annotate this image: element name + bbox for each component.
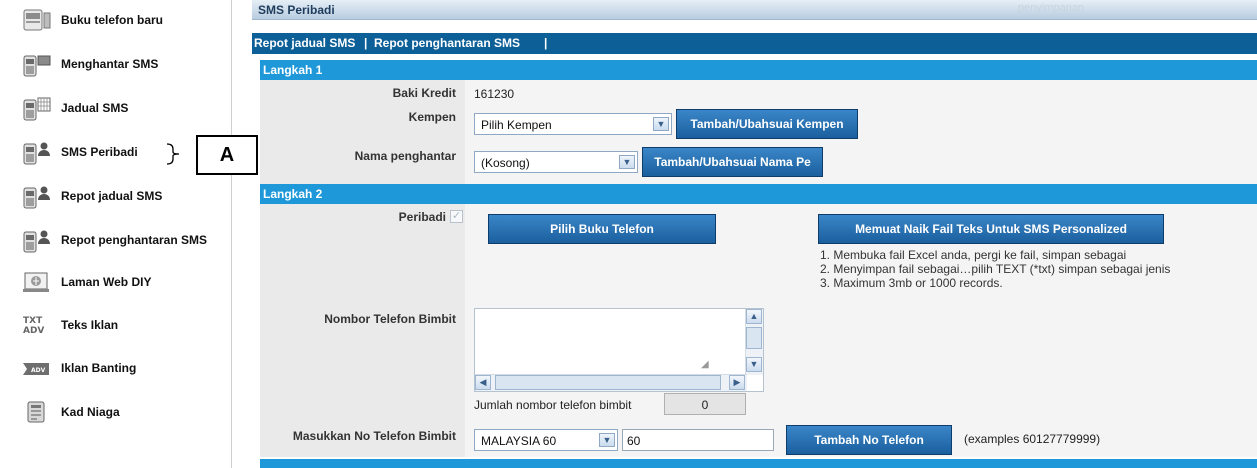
report-links-bar: Repot jadual SMS | Repot penghantaran SM… [252,33,1257,54]
upload-text-file-button-label: Memuat Naik Fail Teks Untuk SMS Personal… [855,222,1127,236]
sidebar-item-schedule-report[interactable]: Repot jadual SMS [0,176,232,216]
edit-campaign-button[interactable]: Tambah/Ubahsuai Kempen [676,109,858,139]
sidebar-item-label: Repot jadual SMS [61,189,163,203]
mobile-number-label: Nombor Telefon Bimbit [324,312,456,326]
svg-text:TXT: TXT [23,316,43,326]
schedule-report-link[interactable]: Repot jadual SMS [254,36,355,50]
business-card-icon [22,399,52,425]
scrollbar-thumb[interactable] [746,327,762,349]
svg-text:ADV: ADV [23,326,44,336]
sidebar-item-label: Buku telefon baru [61,13,164,27]
banner-ad-icon: ADV [22,355,52,381]
sidebar-item-label: Kad Niaga [61,405,120,419]
website-icon [22,269,52,295]
title-bar: SMS Peribadi penyimpanan [252,0,1257,20]
instruction-line: 3. Maximum 3mb or 1000 records. [820,276,1003,290]
add-phone-number-button-label: Tambah No Telefon [814,433,924,447]
sidebar-item-phonebook[interactable]: Buku telefon baru [0,0,232,40]
phone-example-text: (examples 60127779999) [964,432,1101,446]
vertical-scrollbar[interactable]: ▲ ▼ [745,309,763,375]
sender-select[interactable]: (Kosong) ▼ [474,151,638,173]
enter-mobile-label: Masukkan No Telefon Bimbit [292,429,456,443]
scroll-left-icon[interactable]: ◀ [475,375,491,390]
chevron-down-icon: ▼ [599,433,615,447]
chevron-down-icon: ▼ [653,117,669,131]
sidebar-item-label: Teks Iklan [61,318,119,332]
step1-title: Langkah 1 [263,63,323,77]
country-code-select[interactable]: MALAYSIA 60 ▼ [474,429,618,451]
sidebar-item-label: SMS Peribadi [61,145,138,159]
scroll-down-icon[interactable]: ▼ [746,357,762,372]
resize-grip-icon[interactable]: ◢ [701,359,709,370]
step2-title: Langkah 2 [263,187,323,201]
text-ad-icon: TXT ADV [22,312,52,338]
page-title: SMS Peribadi [258,3,335,17]
scrollbar-thumb[interactable] [495,375,721,390]
personal-label: Peribadi [398,210,446,224]
sidebar-item-label: Laman Web DIY [61,275,152,289]
send-sms-icon [22,51,52,77]
main-panel: SMS Peribadi penyimpanan Repot jadual SM… [252,0,1257,468]
personal-checkbox[interactable]: ✓ [450,210,463,223]
scroll-up-icon[interactable]: ▲ [746,309,762,324]
step2-header: Langkah 2 [260,184,1257,204]
edit-campaign-button-label: Tambah/Ubahsuai Kempen [690,117,844,131]
link-separator: | [544,36,548,50]
sidebar: Buku telefon baru Menghantar SMS Jadual … [0,0,232,468]
mobile-count-label: Jumlah nombor telefon bimbit [474,398,632,412]
annotation-label: A [196,135,258,175]
step1-header: Langkah 1 [260,60,1257,80]
chevron-down-icon: ▼ [619,155,635,169]
add-phone-number-button[interactable]: Tambah No Telefon [786,425,952,455]
upload-instructions: 1. Membuka fail Excel anda, pergi ke fai… [820,248,1170,290]
sidebar-item-business-card[interactable]: Kad Niaga [0,392,232,432]
campaign-select[interactable]: Pilih Kempen ▼ [474,113,672,135]
sidebar-item-sms-schedule[interactable]: Jadual SMS [0,88,232,128]
choose-phonebook-button[interactable]: Pilih Buku Telefon [488,214,716,244]
header-right-text: penyimpanan [1018,2,1085,14]
instruction-line: 1. Membuka fail Excel anda, pergi ke fai… [820,248,1127,262]
instruction-line: 2. Menyimpan fail sebagai…pilih TEXT (*t… [820,262,1171,276]
country-code-selected-value: MALAYSIA 60 [481,434,557,448]
credit-label: Baki Kredit [392,86,456,100]
sidebar-item-text-ad[interactable]: TXT ADV Teks Iklan [0,305,232,345]
sidebar-item-label: Repot penghantaran SMS [61,233,208,247]
sidebar-item-banner-ad[interactable]: ADV Iklan Banting [0,348,232,388]
sender-label: Nama penghantar [354,149,456,163]
mobile-count-value: 0 [664,393,746,415]
annotation-bracket [166,143,180,165]
footer-bar [260,459,1257,468]
delivery-report-link[interactable]: Repot penghantaran SMS [374,36,520,50]
sidebar-item-label: Jadual SMS [61,101,129,115]
horizontal-scrollbar[interactable]: ◀ ▶ [475,374,747,391]
edit-sender-name-button[interactable]: Tambah/Ubahsuai Nama Pe [642,147,823,177]
sms-schedule-icon [22,95,52,121]
phonebook-icon [22,7,52,33]
scroll-right-icon[interactable]: ▶ [729,375,745,390]
phone-number-input[interactable]: 60 [622,429,774,451]
sender-selected-value: (Kosong) [481,156,530,170]
personal-sms-icon [22,139,52,165]
sidebar-item-website[interactable]: Laman Web DIY [0,262,232,302]
mobile-numbers-textarea[interactable]: ▲ ▼ ◀ ▶ ◢ [474,308,764,392]
edit-sender-name-button-label: Tambah/Ubahsuai Nama Pe [654,155,811,169]
choose-phonebook-button-label: Pilih Buku Telefon [550,222,654,236]
link-separator: | [364,36,368,50]
campaign-selected-value: Pilih Kempen [481,118,552,132]
campaign-label: Kempen [408,110,456,124]
delivery-report-icon [22,227,52,253]
upload-text-file-button[interactable]: Memuat Naik Fail Teks Untuk SMS Personal… [818,214,1164,244]
form-label-column [260,80,465,457]
schedule-report-icon [22,183,52,209]
credit-value: 161230 [474,87,515,101]
sidebar-item-label: Menghantar SMS [61,57,159,71]
phone-number-value: 60 [627,434,641,448]
sidebar-item-delivery-report[interactable]: Repot penghantaran SMS [0,220,232,260]
sidebar-item-label: Iklan Banting [61,361,137,375]
sidebar-item-send-sms[interactable]: Menghantar SMS [0,44,232,84]
svg-text:ADV: ADV [31,367,46,374]
